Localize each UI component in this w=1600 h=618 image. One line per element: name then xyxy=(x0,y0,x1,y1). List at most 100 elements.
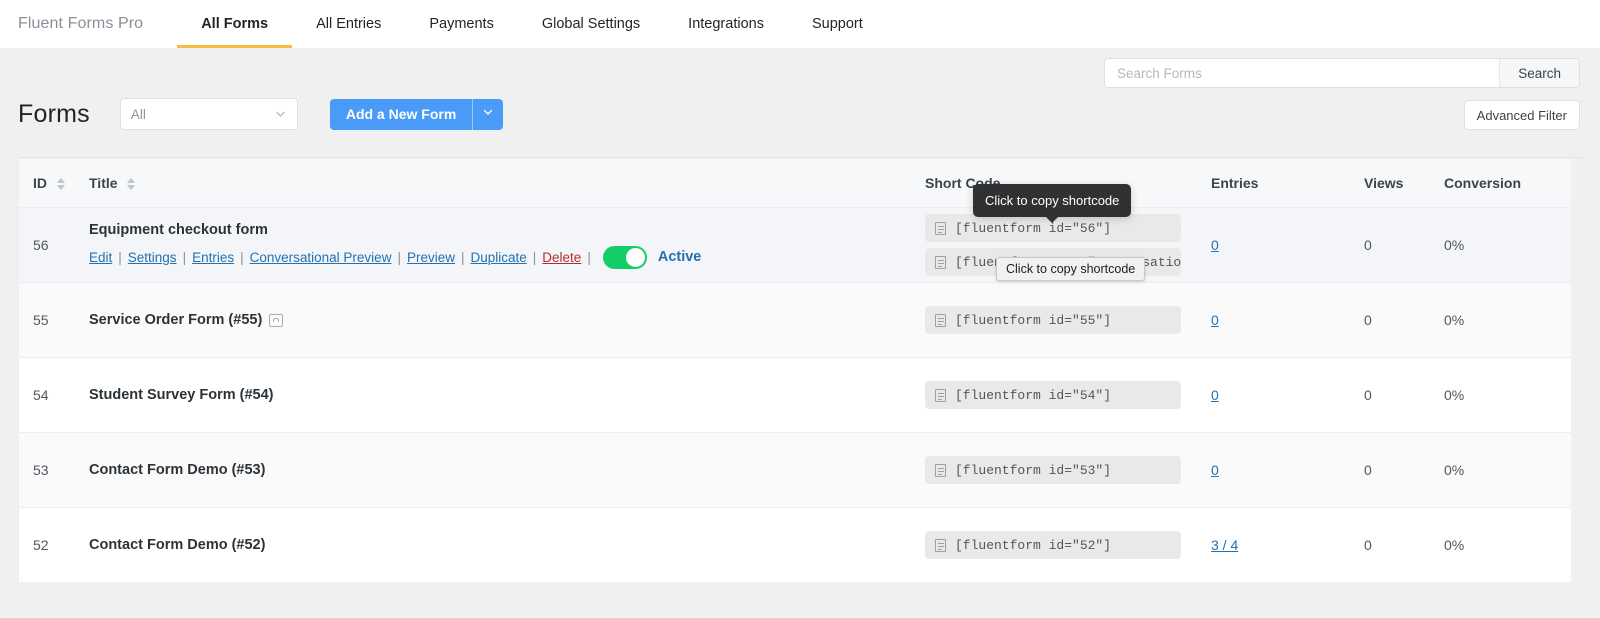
action-edit[interactable]: Edit xyxy=(89,250,112,265)
cell-form-title: Equipment checkout form Edit | Settings | Ent… xyxy=(89,207,925,283)
column-header-views: Views xyxy=(1364,159,1444,208)
cell-conversion: 0% xyxy=(1444,432,1571,508)
form-title-text: Contact Form Demo (#53) xyxy=(89,462,266,478)
table-row[interactable]: 54 Student Survey Form (#54) [fluentform i… xyxy=(19,357,1571,433)
nav-item-integrations[interactable]: Integrations xyxy=(664,0,788,48)
entries-count-link[interactable]: 0 xyxy=(1211,462,1219,478)
action-separator: | xyxy=(397,249,401,265)
sort-toggle-title-icon[interactable] xyxy=(127,178,136,191)
cell-form-id: 53 xyxy=(19,432,89,508)
advanced-filter-button[interactable]: Advanced Filter xyxy=(1463,100,1580,130)
shortcode-copy-field[interactable]: [fluentform id="55"] xyxy=(925,306,1181,334)
document-icon xyxy=(935,313,946,327)
action-preview[interactable]: Preview xyxy=(407,250,455,265)
shortcode-text: [fluentform id="55"] xyxy=(955,312,1112,328)
action-settings[interactable]: Settings xyxy=(128,250,177,265)
sort-toggle-id-icon[interactable] xyxy=(56,178,65,191)
column-header-id-label: ID xyxy=(33,175,47,191)
chevron-down-icon xyxy=(482,105,494,123)
forms-table-body: 56 Equipment checkout form Edit | Settings | E… xyxy=(19,207,1571,583)
page-title: Forms xyxy=(18,99,90,128)
cell-views: 0 xyxy=(1364,357,1444,433)
action-conversational-preview[interactable]: Conversational Preview xyxy=(250,250,392,265)
table-header-row: ID Title Short Code Entries Views Conver… xyxy=(19,159,1571,208)
shortcode-tooltip-primary: Click to copy shortcode xyxy=(973,184,1132,217)
form-title: Equipment checkout form xyxy=(89,222,925,238)
form-title-text: Contact Form Demo (#52) xyxy=(89,537,266,553)
cell-shortcode: [fluentform id="54"] xyxy=(925,357,1211,433)
cell-views: 0 xyxy=(1364,207,1444,283)
form-title: Contact Form Demo (#52) xyxy=(89,537,925,553)
column-header-entries: Entries xyxy=(1211,159,1364,208)
page-header-left: Forms All Add a New Form xyxy=(18,98,504,130)
action-duplicate[interactable]: Duplicate xyxy=(471,250,527,265)
column-header-id[interactable]: ID xyxy=(19,159,89,208)
action-separator: | xyxy=(532,249,537,265)
search-button[interactable]: Search xyxy=(1499,59,1579,87)
cell-entries: 0 xyxy=(1211,357,1364,433)
entries-count-link[interactable]: 0 xyxy=(1211,387,1219,403)
cell-shortcode: [fluentform id="52"] xyxy=(925,507,1211,583)
entries-count-link[interactable]: 0 xyxy=(1211,312,1219,328)
cell-form-title: Service Order Form (#55) xyxy=(89,282,925,358)
shortcode-tooltip-secondary: Click to copy shortcode xyxy=(996,257,1146,281)
action-separator: | xyxy=(587,249,591,265)
cell-form-id: 52 xyxy=(19,507,89,583)
document-icon xyxy=(935,388,946,402)
form-filter-select[interactable]: All xyxy=(119,98,298,130)
form-title: Contact Form Demo (#53) xyxy=(89,462,925,478)
column-header-entries-label: Entries xyxy=(1211,175,1259,191)
form-status-toggle[interactable] xyxy=(602,245,647,269)
cell-views: 0 xyxy=(1364,507,1444,583)
entries-count-link[interactable]: 0 xyxy=(1211,237,1219,253)
cell-form-id: 54 xyxy=(19,357,89,433)
action-entries[interactable]: Entries xyxy=(192,250,234,265)
search-form-group: Search xyxy=(1104,58,1580,88)
action-delete[interactable]: Delete xyxy=(542,250,581,265)
document-icon xyxy=(935,255,946,269)
cell-conversion: 0% xyxy=(1444,207,1571,283)
table-row[interactable]: 53 Contact Form Demo (#53) [fluentform id=… xyxy=(19,432,1571,508)
row-actions: Edit | Settings | Entries | Conversational Pre… xyxy=(89,245,925,269)
document-icon xyxy=(935,538,946,552)
action-separator: | xyxy=(118,249,122,265)
cell-entries: 3 / 4 xyxy=(1211,507,1364,583)
table-row[interactable]: 55 Service Order Form (#55) [fluentform id… xyxy=(19,282,1571,358)
nav-item-global-settings[interactable]: Global Settings xyxy=(518,0,664,48)
cell-conversion: 0% xyxy=(1444,507,1571,583)
cell-views: 0 xyxy=(1364,282,1444,358)
add-new-form-button-group[interactable]: Add a New Form xyxy=(329,98,504,130)
cell-form-title: Contact Form Demo (#52) xyxy=(89,507,925,583)
shortcode-copy-field[interactable]: [fluentform id="52"] xyxy=(925,531,1181,559)
page-header-right: Search xyxy=(1104,58,1580,88)
column-header-title[interactable]: Title xyxy=(89,159,925,208)
table-row[interactable]: 56 Equipment checkout form Edit | Settings | E… xyxy=(19,207,1571,283)
brand-label: Fluent Forms Pro xyxy=(18,15,144,32)
cell-shortcode: [fluentform id="53"] xyxy=(925,432,1211,508)
form-title-text: Student Survey Form (#54) xyxy=(89,387,274,403)
form-title: Student Survey Form (#54) xyxy=(89,387,925,403)
entries-count-link[interactable]: 3 / 4 xyxy=(1211,537,1238,553)
nav-item-all-forms[interactable]: All Forms xyxy=(177,0,292,48)
shortcode-text: [fluentform id="54"] xyxy=(955,387,1112,403)
cell-form-title: Student Survey Form (#54) xyxy=(89,357,925,433)
form-title-text: Service Order Form (#55) xyxy=(89,312,263,328)
search-input[interactable] xyxy=(1105,59,1500,87)
cell-shortcode: [fluentform id="55"] xyxy=(925,282,1211,358)
shortcode-text: [fluentform id="56"] xyxy=(955,220,1112,236)
add-new-form-dropdown-toggle[interactable] xyxy=(472,98,503,130)
add-new-form-button[interactable]: Add a New Form xyxy=(330,99,472,130)
page-header: Forms All Add a New Form Search Advanced… xyxy=(0,48,1600,158)
shortcode-copy-field[interactable]: [fluentform id="53"] xyxy=(925,456,1181,484)
shortcode-text: [fluentform id="52"] xyxy=(955,537,1112,553)
nav-item-payments[interactable]: Payments xyxy=(405,0,517,48)
cell-conversion: 0% xyxy=(1444,357,1571,433)
table-row[interactable]: 52 Contact Form Demo (#52) [fluentform id=… xyxy=(19,507,1571,583)
chevron-down-icon xyxy=(274,108,287,121)
nav-item-all-entries[interactable]: All Entries xyxy=(292,0,405,48)
top-navigation-bar: Fluent Forms Pro All Forms All Entries Pay… xyxy=(0,0,1600,48)
cell-conversion: 0% xyxy=(1444,282,1571,358)
nav-item-support[interactable]: Support xyxy=(788,0,887,48)
shortcode-text: [fluentform id="53"] xyxy=(955,462,1112,478)
shortcode-copy-field[interactable]: [fluentform id="54"] xyxy=(925,381,1181,409)
